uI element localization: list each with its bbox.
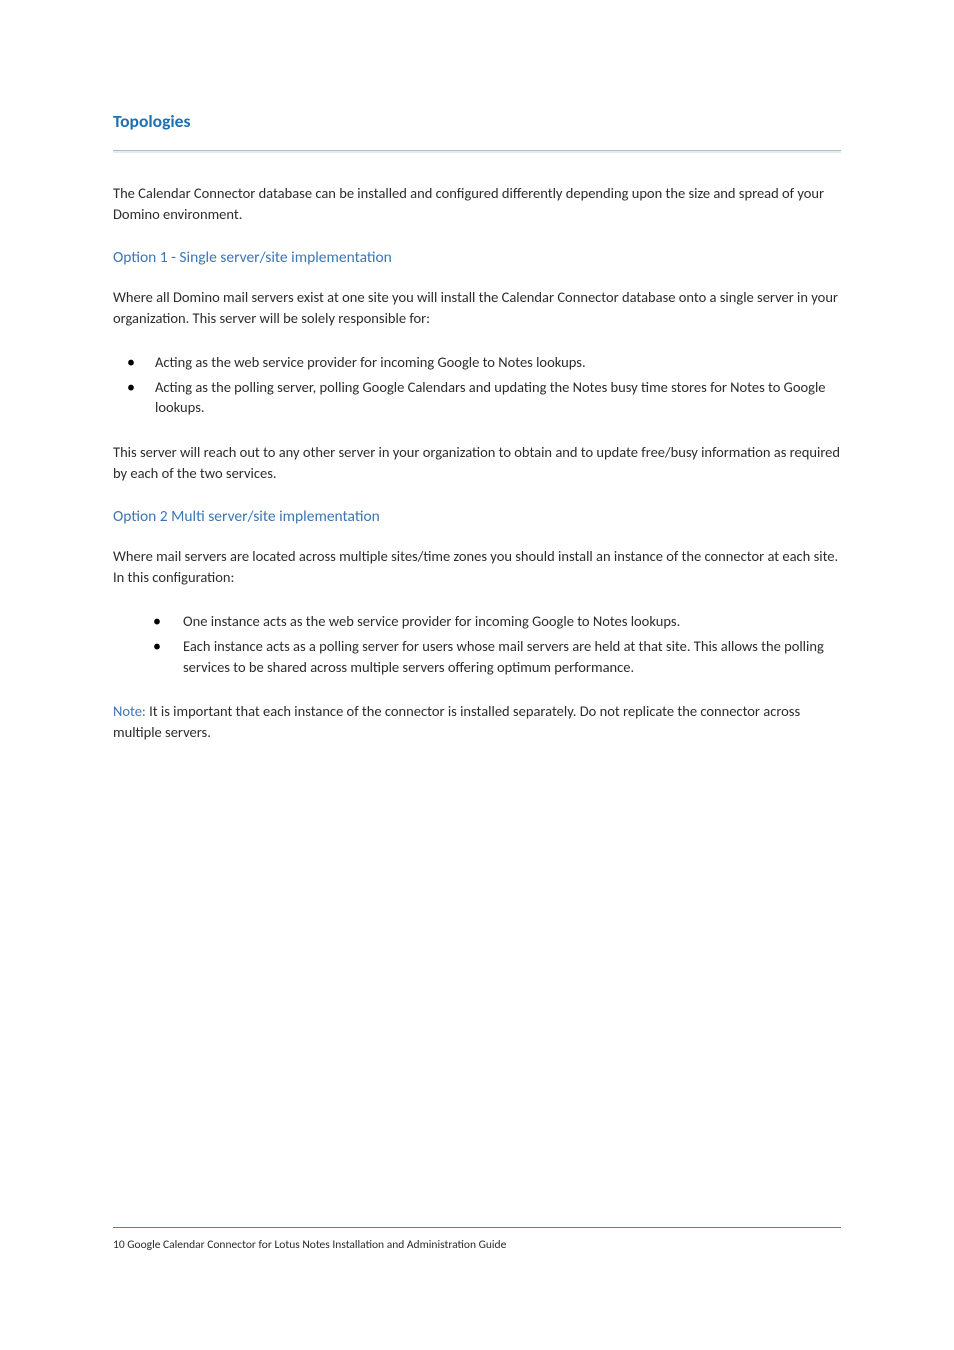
note-label: Note: <box>113 702 146 720</box>
list-item: Acting as the web service provider for i… <box>113 352 841 373</box>
list-item: One instance acts as the web service pro… <box>113 611 841 632</box>
option1-heading: Option 1 - Single server/site implementa… <box>113 248 841 267</box>
footer-text: 10 Google Calendar Connector for Lotus N… <box>113 1238 841 1252</box>
option1-trail: This server will reach out to any other … <box>113 442 841 483</box>
page-content: Topologies The Calendar Connector databa… <box>113 110 841 766</box>
heading-rule <box>113 150 841 153</box>
list-item: Acting as the polling server, polling Go… <box>113 377 841 418</box>
page-footer: 10 Google Calendar Connector for Lotus N… <box>113 1227 841 1252</box>
section-heading: Topologies <box>113 110 841 132</box>
option2-heading: Option 2 Multi server/site implementatio… <box>113 507 841 526</box>
option2-bullets: One instance acts as the web service pro… <box>113 611 841 677</box>
option1-lead: Where all Domino mail servers exist at o… <box>113 287 841 328</box>
footer-title: Google Calendar Connector for Lotus Note… <box>125 1238 507 1252</box>
footer-rule <box>113 1227 841 1228</box>
note-text: It is important that each instance of th… <box>113 702 800 741</box>
note-paragraph: Note: It is important that each instance… <box>113 701 841 742</box>
list-item: Each instance acts as a polling server f… <box>113 636 841 677</box>
option1-bullets: Acting as the web service provider for i… <box>113 352 841 418</box>
option2-lead: Where mail servers are located across mu… <box>113 546 841 587</box>
page-number: 10 <box>113 1238 125 1252</box>
intro-paragraph: The Calendar Connector database can be i… <box>113 183 841 224</box>
